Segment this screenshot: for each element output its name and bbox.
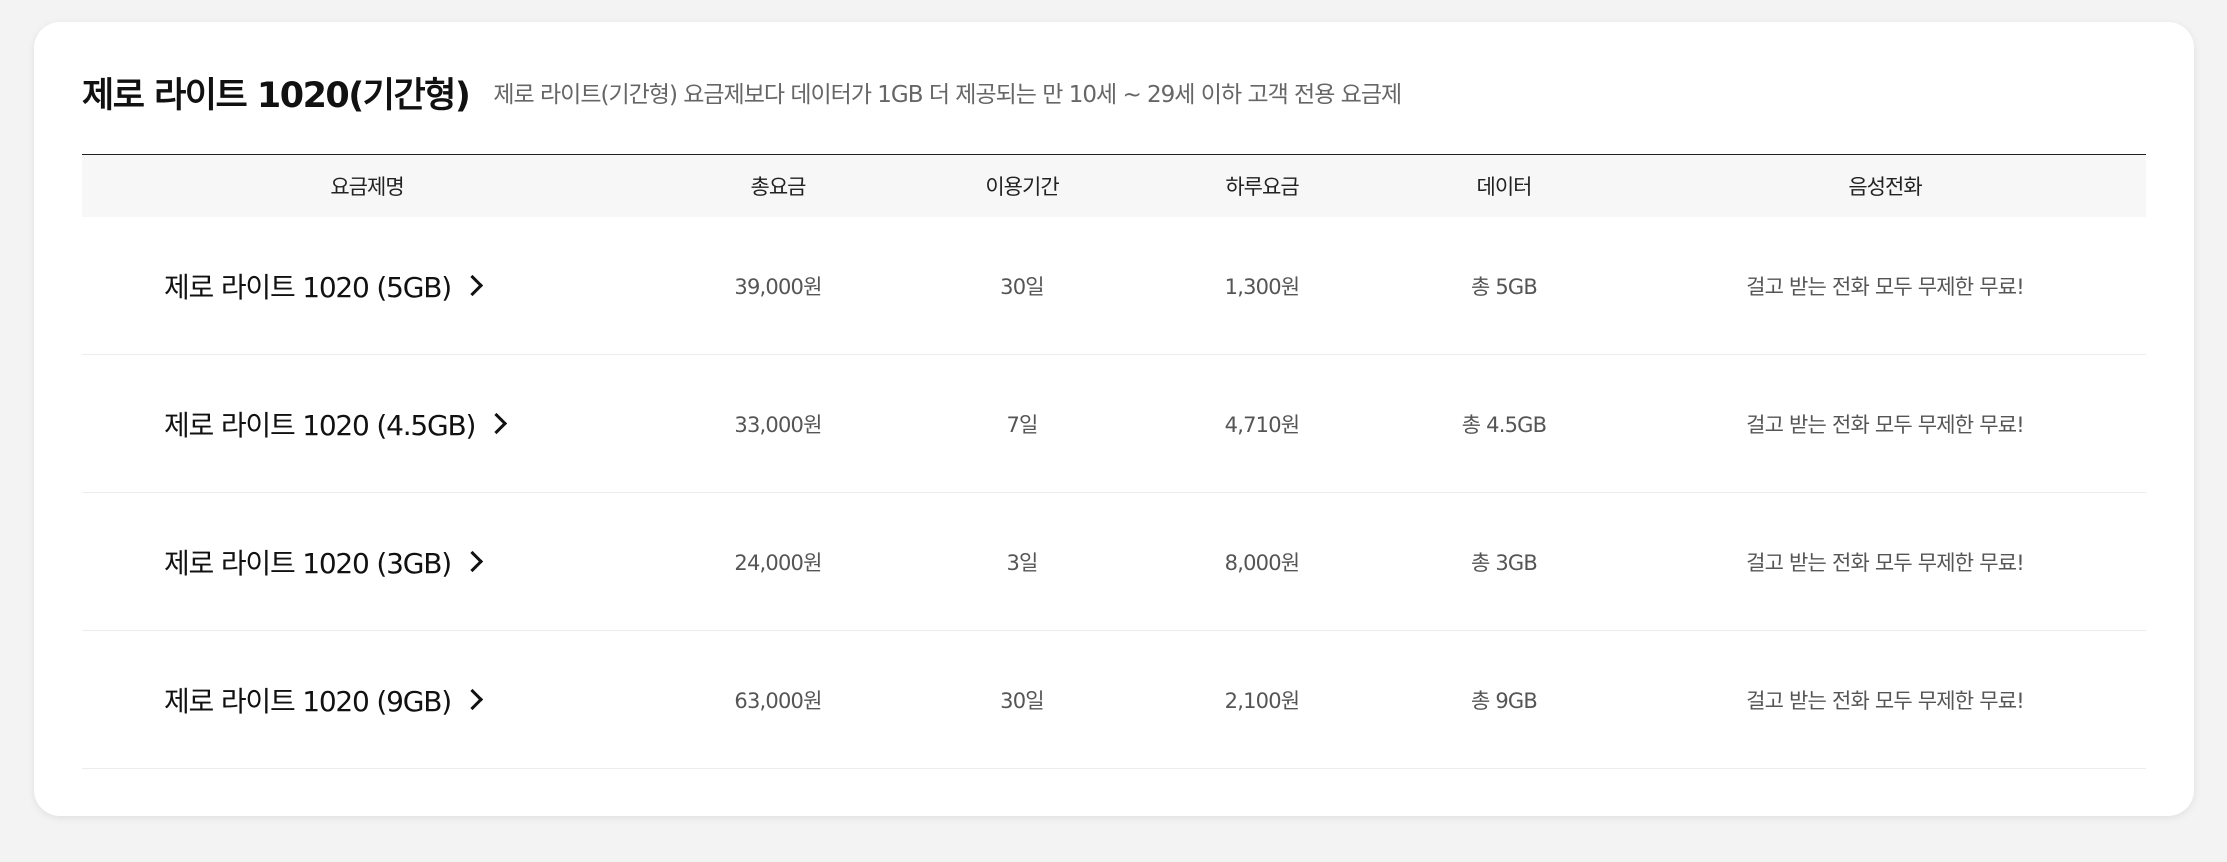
daily-price: 1,300원 xyxy=(1224,274,1300,299)
table-row: 제로 라이트 1020 (4.5GB) 33,000원 7일 4,710원 총 … xyxy=(82,355,2146,493)
period: 30일 xyxy=(1000,688,1044,713)
total-price: 63,000원 xyxy=(734,688,822,713)
header-total: 총요금 xyxy=(750,175,807,199)
total-price: 39,000원 xyxy=(734,274,822,299)
chevron-right-icon xyxy=(486,412,508,435)
daily-price: 4,710원 xyxy=(1224,412,1300,437)
daily-price: 2,100원 xyxy=(1224,688,1300,713)
period: 30일 xyxy=(1000,274,1044,299)
period: 7일 xyxy=(1006,412,1038,437)
total-price: 24,000원 xyxy=(734,550,822,575)
plan-name-link[interactable]: 제로 라이트 1020 (5GB) xyxy=(164,266,484,306)
data-amount: 총 3GB xyxy=(1470,550,1538,575)
voice-call: 걸고 받는 전화 모두 무제한 무료! xyxy=(1746,550,2025,575)
voice-call: 걸고 받는 전화 모두 무제한 무료! xyxy=(1746,412,2025,437)
table-row: 제로 라이트 1020 (9GB) 63,000원 30일 2,100원 총 9… xyxy=(82,631,2146,769)
header-data: 데이터 xyxy=(1476,175,1533,199)
data-amount: 총 5GB xyxy=(1470,274,1538,299)
header-period: 이용기간 xyxy=(985,175,1059,199)
data-amount: 총 4.5GB xyxy=(1461,412,1547,437)
header-voice: 음성전화 xyxy=(1848,175,1922,199)
daily-price: 8,000원 xyxy=(1224,550,1300,575)
plan-name: 제로 라이트 1020 (4.5GB) xyxy=(164,408,476,442)
voice-call: 걸고 받는 전화 모두 무제한 무료! xyxy=(1746,688,2025,713)
plan-card: 제로 라이트 1020(기간형) 제로 라이트(기간형) 요금제보다 데이터가 … xyxy=(34,22,2194,816)
total-price: 33,000원 xyxy=(734,412,822,437)
plan-name-link[interactable]: 제로 라이트 1020 (4.5GB) xyxy=(164,404,508,444)
plan-header: 제로 라이트 1020(기간형) 제로 라이트(기간형) 요금제보다 데이터가 … xyxy=(82,62,1402,122)
voice-call: 걸고 받는 전화 모두 무제한 무료! xyxy=(1746,274,2025,299)
plan-title: 제로 라이트 1020(기간형) xyxy=(82,75,471,116)
plan-table: 요금제명 총요금 이용기간 하루요금 데이터 음성전화 제로 라이트 1020 … xyxy=(82,154,2146,769)
plan-name: 제로 라이트 1020 (5GB) xyxy=(164,270,452,304)
plan-name: 제로 라이트 1020 (9GB) xyxy=(164,684,452,718)
plan-name: 제로 라이트 1020 (3GB) xyxy=(164,546,452,580)
table-row: 제로 라이트 1020 (3GB) 24,000원 3일 8,000원 총 3G… xyxy=(82,493,2146,631)
data-amount: 총 9GB xyxy=(1470,688,1538,713)
plan-name-link[interactable]: 제로 라이트 1020 (9GB) xyxy=(164,680,484,720)
plan-name-link[interactable]: 제로 라이트 1020 (3GB) xyxy=(164,542,484,582)
period: 3일 xyxy=(1006,550,1038,575)
chevron-right-icon xyxy=(461,274,484,297)
header-name: 요금제명 xyxy=(330,175,404,199)
header-daily: 하루요금 xyxy=(1225,175,1299,199)
table-header-row: 요금제명 총요금 이용기간 하루요금 데이터 음성전화 xyxy=(82,154,2146,217)
chevron-right-icon xyxy=(461,688,484,711)
plan-description: 제로 라이트(기간형) 요금제보다 데이터가 1GB 더 제공되는 만 10세 … xyxy=(493,82,1402,108)
chevron-right-icon xyxy=(461,550,484,573)
table-row: 제로 라이트 1020 (5GB) 39,000원 30일 1,300원 총 5… xyxy=(82,217,2146,355)
